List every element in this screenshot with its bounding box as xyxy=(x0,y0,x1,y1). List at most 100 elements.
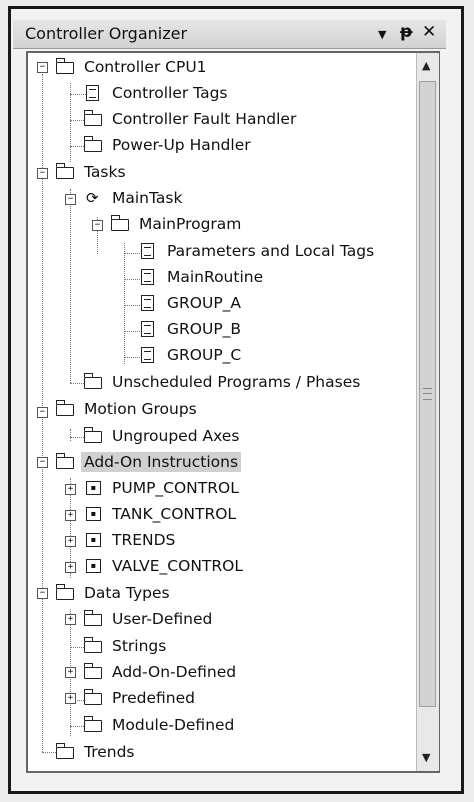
tree-item-user-defined[interactable]: User-Defined xyxy=(84,607,215,631)
open-folder-icon xyxy=(56,400,76,417)
tree-item-label: VALVE_CONTROL xyxy=(112,557,243,575)
collapse-toggle[interactable]: − xyxy=(65,194,76,205)
tree-item-controller-tags[interactable]: Controller Tags xyxy=(84,81,231,105)
tree-item-label: Unscheduled Programs / Phases xyxy=(112,373,361,391)
continuous-task-icon: ⟳ xyxy=(86,189,99,207)
tree-item-add-on-defined[interactable]: Add-On-Defined xyxy=(84,660,239,684)
tree-item-trends[interactable]: Trends xyxy=(56,740,138,764)
tree-item-main-program[interactable]: MainProgram xyxy=(111,212,244,236)
add-on-instruction-icon: ▪ xyxy=(84,558,104,574)
tree-item-strings[interactable]: Strings xyxy=(84,634,169,658)
dropdown-icon[interactable]: ▼ xyxy=(378,28,386,41)
tree-line xyxy=(124,357,140,358)
tree-item-module-defined[interactable]: Module-Defined xyxy=(84,713,237,737)
scrollbar-thumb[interactable] xyxy=(419,81,436,707)
tree-item-label: Ungrouped Axes xyxy=(112,427,240,445)
title-bar: Controller Organizer ▼ ᵽ ✕ xyxy=(13,20,446,49)
tree-item-label: Motion Groups xyxy=(84,400,197,418)
collapse-toggle[interactable]: − xyxy=(37,588,48,599)
collapse-toggle[interactable]: − xyxy=(92,220,103,231)
panel-title: Controller Organizer xyxy=(25,24,188,43)
tree-item-add-on-instructions[interactable]: Add-On Instructions xyxy=(56,450,242,474)
grip-icon xyxy=(423,388,432,400)
add-on-instruction-icon: ▪ xyxy=(84,532,104,548)
tree-item-tasks[interactable]: Tasks xyxy=(56,160,129,184)
vertical-scrollbar[interactable]: ▲ ▼ xyxy=(416,53,439,771)
tree-item-data-types[interactable]: Data Types xyxy=(56,581,173,605)
open-folder-icon xyxy=(56,163,76,180)
tree-item-main-task[interactable]: ⟳ MainTask xyxy=(84,186,185,210)
open-folder-icon xyxy=(56,453,76,470)
open-folder-icon xyxy=(56,584,76,601)
tree-item-label: Parameters and Local Tags xyxy=(167,242,375,260)
tree-item-trends-aoi[interactable]: ▪ TRENDS xyxy=(84,528,178,552)
main-routine-icon xyxy=(139,269,159,285)
collapse-toggle[interactable]: − xyxy=(37,407,48,418)
tree-item-group-a[interactable]: GROUP_A xyxy=(139,291,244,315)
tree-item-main-routine[interactable]: MainRoutine xyxy=(139,265,266,289)
tree-item-motion-groups[interactable]: Motion Groups xyxy=(56,397,200,421)
close-icon[interactable]: ✕ xyxy=(422,22,436,42)
tree-item-group-c[interactable]: GROUP_C xyxy=(139,343,244,367)
add-on-instruction-icon: ▪ xyxy=(84,506,104,522)
tree-item-valve-control[interactable]: ▪ VALVE_CONTROL xyxy=(84,554,246,578)
expand-toggle[interactable]: + xyxy=(65,667,76,678)
expand-toggle[interactable]: + xyxy=(65,536,76,547)
folder-icon xyxy=(56,743,76,760)
tree-item-params-local-tags[interactable]: Parameters and Local Tags xyxy=(139,239,377,263)
tree-item-fault-handler[interactable]: Controller Fault Handler xyxy=(84,107,299,131)
scroll-down-icon[interactable]: ▼ xyxy=(422,751,430,764)
expand-toggle[interactable]: + xyxy=(65,484,76,495)
tree-line xyxy=(124,279,140,280)
tree-item-controller[interactable]: Controller CPU1 xyxy=(56,55,210,79)
routine-icon xyxy=(139,295,159,311)
tag-document-icon xyxy=(139,243,159,259)
tree-item-tank-control[interactable]: ▪ TANK_CONTROL xyxy=(84,502,239,526)
collapse-toggle[interactable]: − xyxy=(37,62,48,73)
data-type-folder-icon xyxy=(84,610,104,627)
tree-item-label: Add-On-Defined xyxy=(112,663,237,681)
tree-item-label: Power-Up Handler xyxy=(112,136,251,154)
data-type-folder-icon xyxy=(84,689,104,706)
tree-item-ungrouped-axes[interactable]: Ungrouped Axes xyxy=(84,424,242,448)
tree-item-label: GROUP_C xyxy=(167,346,242,364)
routine-icon xyxy=(139,321,159,337)
pin-icon[interactable]: ᵽ xyxy=(400,22,413,42)
data-type-folder-icon xyxy=(84,637,104,654)
tree-line xyxy=(70,429,71,441)
tree-item-label: GROUP_B xyxy=(167,320,242,338)
collapse-toggle[interactable]: − xyxy=(37,168,48,179)
add-on-instruction-icon: ▪ xyxy=(84,480,104,496)
collapse-toggle[interactable]: − xyxy=(37,457,48,468)
tree-item-label: Controller Tags xyxy=(112,84,228,102)
tree-item-label: MainProgram xyxy=(139,215,242,233)
routine-icon xyxy=(139,347,159,363)
expand-toggle[interactable]: + xyxy=(65,693,76,704)
tree-item-label: Tasks xyxy=(84,163,126,181)
expand-toggle[interactable]: + xyxy=(65,562,76,573)
tree-item-label: Controller CPU1 xyxy=(84,58,207,76)
data-type-folder-icon xyxy=(84,716,104,733)
tree-item-label: PUMP_CONTROL xyxy=(112,479,239,497)
tree-item-label: TRENDS xyxy=(112,531,176,549)
tree-item-label: Trends xyxy=(84,743,135,761)
expand-toggle[interactable]: + xyxy=(65,510,76,521)
tree-line xyxy=(124,243,125,364)
tree-item-pump-control[interactable]: ▪ PUMP_CONTROL xyxy=(84,476,242,500)
tree-item-group-b[interactable]: GROUP_B xyxy=(139,317,244,341)
tree-item-predefined[interactable]: Predefined xyxy=(84,686,198,710)
expand-toggle[interactable]: + xyxy=(65,614,76,625)
tree-item-label: Module-Defined xyxy=(112,716,235,734)
folder-icon xyxy=(84,427,104,444)
tree-item-unscheduled[interactable]: Unscheduled Programs / Phases xyxy=(84,370,363,394)
tree-item-label: Add-On Instructions xyxy=(81,452,242,472)
tree-item-label: User-Defined xyxy=(112,610,213,628)
tree-item-label: GROUP_A xyxy=(167,294,242,312)
program-folder-icon xyxy=(111,215,131,232)
data-type-folder-icon xyxy=(84,663,104,680)
open-folder-icon xyxy=(56,58,76,75)
tree-item-powerup-handler[interactable]: Power-Up Handler xyxy=(84,133,254,157)
tree-view[interactable]: − − − − − − + + + + − + + + Controller C… xyxy=(26,51,440,773)
scroll-up-icon[interactable]: ▲ xyxy=(422,59,430,72)
tree-item-label: MainRoutine xyxy=(167,268,264,286)
